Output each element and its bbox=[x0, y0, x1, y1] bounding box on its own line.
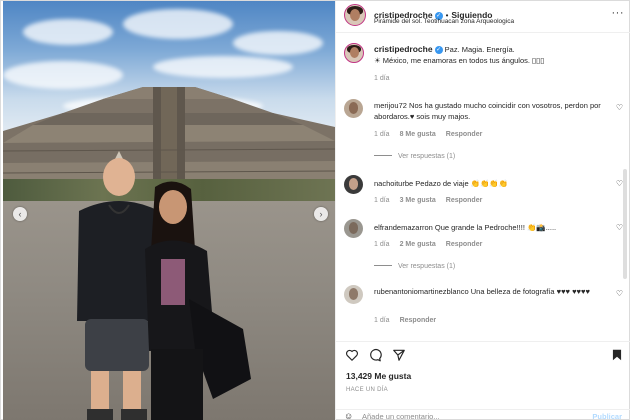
verified-badge-icon: ✓ bbox=[434, 46, 443, 54]
comment-item: rubenantoniomartinezblanco Una belleza d… bbox=[336, 285, 630, 331]
caption-line-1: Paz. Magia. Energía. bbox=[444, 45, 515, 54]
comment-username[interactable]: elfrandemazarron bbox=[374, 223, 433, 232]
view-replies-button[interactable]: Ver respuestas (1) bbox=[374, 153, 455, 160]
commenter-avatar[interactable] bbox=[344, 175, 363, 194]
like-comment-icon[interactable]: ♡ bbox=[616, 179, 623, 188]
comment-time: 1 día bbox=[374, 241, 390, 248]
commenter-avatar[interactable] bbox=[344, 285, 363, 304]
share-send-icon[interactable] bbox=[392, 348, 406, 362]
caption-avatar[interactable] bbox=[344, 43, 364, 63]
comment-text: Una belleza de fotografía ♥♥♥ ♥♥♥♥ bbox=[470, 287, 590, 296]
previous-photo-button[interactable]: ‹ bbox=[13, 207, 27, 221]
reply-button[interactable]: Responder bbox=[400, 317, 437, 324]
comment-time: 1 día bbox=[374, 317, 390, 324]
like-comment-icon[interactable]: ♡ bbox=[616, 289, 623, 298]
reply-button[interactable]: Responder bbox=[446, 131, 483, 138]
comment-likes[interactable]: 2 Me gusta bbox=[400, 241, 436, 248]
comment-input[interactable]: Añade un comentario... bbox=[362, 412, 440, 420]
publish-button[interactable]: Publicar bbox=[592, 412, 622, 420]
comment-text: Que grande la Pedroche!!!! 👏📸..... bbox=[434, 223, 557, 232]
comment-likes[interactable]: 3 Me gusta bbox=[400, 197, 436, 204]
like-comment-icon[interactable]: ♡ bbox=[616, 103, 623, 112]
comment-item: elfrandemazarron Que grande la Pedroche!… bbox=[336, 219, 630, 281]
post-header: cristipedroche ✓ • Siguiendo Pirámide del s… bbox=[336, 1, 630, 33]
comment-username[interactable]: nachoiturbe bbox=[374, 179, 413, 188]
save-bookmark-icon[interactable] bbox=[610, 348, 624, 362]
reply-button[interactable]: Responder bbox=[446, 241, 483, 248]
commenter-avatar[interactable] bbox=[344, 99, 363, 118]
comment-text: Nos ha gustado mucho coincidir con vosot… bbox=[374, 101, 601, 121]
commenter-avatar[interactable] bbox=[344, 219, 363, 238]
comment-time: 1 día bbox=[374, 197, 390, 204]
emoji-icon[interactable]: ☺ bbox=[344, 411, 353, 420]
scrollbar[interactable] bbox=[623, 169, 627, 279]
caption-time: 1 día bbox=[374, 75, 390, 82]
reply-button[interactable]: Responder bbox=[446, 197, 483, 204]
next-photo-button[interactable]: › bbox=[314, 207, 328, 221]
comment-likes[interactable]: 8 Me gusta bbox=[400, 131, 436, 138]
caption-line-2: ☀ México, me enamoras en todos tus ángul… bbox=[374, 56, 545, 65]
post-age: HACE UN DÍA bbox=[346, 387, 388, 393]
more-options-icon[interactable]: ··· bbox=[612, 7, 625, 19]
caption-username[interactable]: cristipedroche bbox=[374, 44, 433, 54]
post-photo[interactable]: ‹ › bbox=[3, 1, 335, 420]
instagram-post-window: ‹ › cristipedroche ✓ • Siguiendo Pirámide d… bbox=[0, 0, 630, 420]
post-details-panel: cristipedroche ✓ • Siguiendo Pirámide del s… bbox=[335, 1, 630, 420]
comment-bubble-icon[interactable] bbox=[368, 348, 382, 362]
add-comment-bar: ☺ Añade un comentario... Publicar bbox=[336, 409, 630, 420]
comment-time: 1 día bbox=[374, 131, 390, 138]
like-comment-icon[interactable]: ♡ bbox=[616, 223, 623, 232]
view-replies-button[interactable]: Ver respuestas (1) bbox=[374, 263, 455, 270]
location-link[interactable]: Pirámide del sol. Teotihuacan zona Arque… bbox=[374, 18, 514, 25]
author-avatar[interactable] bbox=[344, 4, 366, 26]
action-bar bbox=[336, 341, 630, 367]
like-heart-icon[interactable] bbox=[345, 348, 359, 362]
comment-item: merijou72 Nos ha gustado mucho coincidir… bbox=[336, 97, 630, 167]
comment-username[interactable]: rubenantoniomartinezblanco bbox=[374, 287, 469, 296]
woman-figure bbox=[145, 181, 251, 420]
likes-count[interactable]: 13,429 Me gusta bbox=[346, 371, 411, 381]
comment-username[interactable]: merijou72 bbox=[374, 101, 407, 110]
comment-item: nachoiturbe Pedazo de viaje 👏👏👏👏 1 día 3 … bbox=[336, 175, 630, 211]
comment-text: Pedazo de viaje 👏👏👏👏 bbox=[415, 179, 509, 188]
caption: cristipedroche ✓ Paz. Magia. Energía. ☀ M… bbox=[336, 39, 630, 89]
